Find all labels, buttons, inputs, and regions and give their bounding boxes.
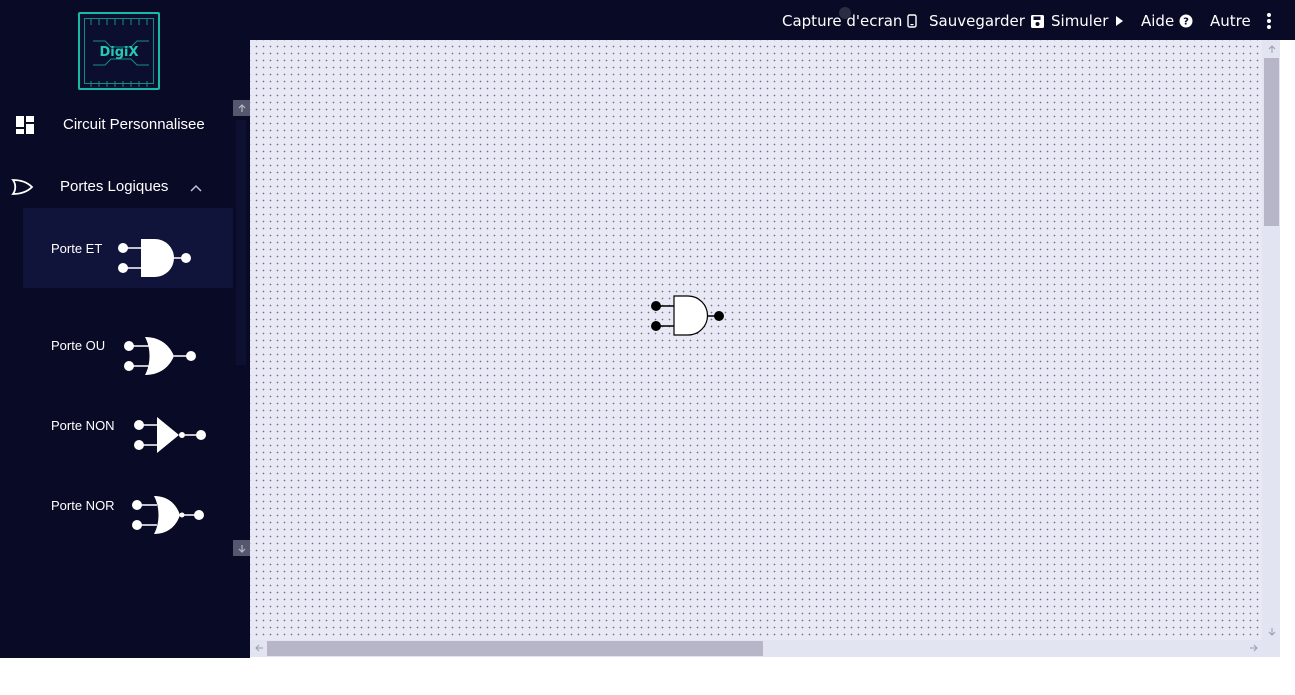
simulate-button-label: Simuler <box>1051 12 1109 30</box>
sidebar-scrollbar-thumb[interactable] <box>236 120 246 365</box>
canvas-scroll-down-icon[interactable] <box>1265 624 1279 638</box>
palette-item-nor-gate[interactable]: Porte NOR <box>23 472 233 552</box>
logic-gate-icon <box>10 176 36 202</box>
gate-palette: Porte ET Porte OU Porte NON Porte NOR <box>0 208 234 548</box>
not-gate-icon <box>131 413 211 461</box>
nav-custom-circuit[interactable]: Circuit Personnalisee <box>14 114 205 140</box>
palette-item-label: Porte ET <box>51 241 103 256</box>
help-button[interactable]: Aide ? <box>1141 10 1193 32</box>
phone-screenshot-icon <box>907 14 918 28</box>
sidebar: DigiX Circuit Personnalisee Portes Logiq… <box>0 0 250 658</box>
scroll-up-arrow-icon[interactable] <box>233 100 250 116</box>
nav-logic-gates[interactable]: Portes Logiques <box>10 176 168 202</box>
svg-text:?: ? <box>1183 17 1189 28</box>
vertical-dots-icon <box>1266 12 1272 30</box>
chevron-up-icon[interactable] <box>189 178 203 197</box>
canvas-scroll-up-icon[interactable] <box>1265 42 1279 56</box>
save-button[interactable]: Sauvegarder <box>929 10 1045 32</box>
save-icon <box>1030 14 1045 29</box>
palette-item-label: Porte NOR <box>51 498 115 513</box>
screenshot-button-label: Capture d'ecran <box>782 12 903 30</box>
palette-item-label: Porte NON <box>51 418 115 433</box>
or-gate-icon <box>121 334 201 382</box>
nor-gate-icon <box>131 493 211 541</box>
palette-item-label: Porte OU <box>51 338 106 353</box>
logo-text: DigiX <box>99 45 139 60</box>
canvas-horizontal-scrollbar-thumb[interactable] <box>267 641 763 656</box>
canvas-scroll-left-icon[interactable] <box>252 641 266 655</box>
and-gate-icon[interactable] <box>650 294 730 342</box>
palette-item-and-gate[interactable]: Porte ET <box>23 208 233 288</box>
circuit-canvas[interactable] <box>250 40 1280 657</box>
app-window: Capture d'ecran Sauvegarder Simuler Aide… <box>0 0 1295 695</box>
screenshot-button[interactable]: Capture d'ecran <box>782 10 918 32</box>
app-logo[interactable]: DigiX <box>78 12 160 90</box>
canvas-vertical-scrollbar-thumb[interactable] <box>1264 58 1279 226</box>
canvas-scroll-right-icon[interactable] <box>1246 641 1260 655</box>
help-button-label: Aide <box>1141 12 1175 30</box>
simulate-button[interactable]: Simuler <box>1051 10 1125 32</box>
more-button[interactable]: Autre <box>1210 10 1272 32</box>
play-icon <box>1113 15 1125 27</box>
nav-logic-gates-label: Portes Logiques <box>60 178 169 195</box>
palette-item-or-gate[interactable]: Porte OU <box>23 312 233 392</box>
nav-custom-circuit-label: Circuit Personnalisee <box>63 116 205 133</box>
more-button-label: Autre <box>1210 12 1251 30</box>
save-button-label: Sauvegarder <box>929 12 1025 30</box>
palette-item-not-gate[interactable]: Porte NON <box>23 392 233 472</box>
scroll-down-arrow-icon[interactable] <box>233 540 250 556</box>
dashboard-icon <box>14 114 36 140</box>
help-circle-icon: ? <box>1179 14 1193 28</box>
and-gate-icon <box>117 236 197 284</box>
